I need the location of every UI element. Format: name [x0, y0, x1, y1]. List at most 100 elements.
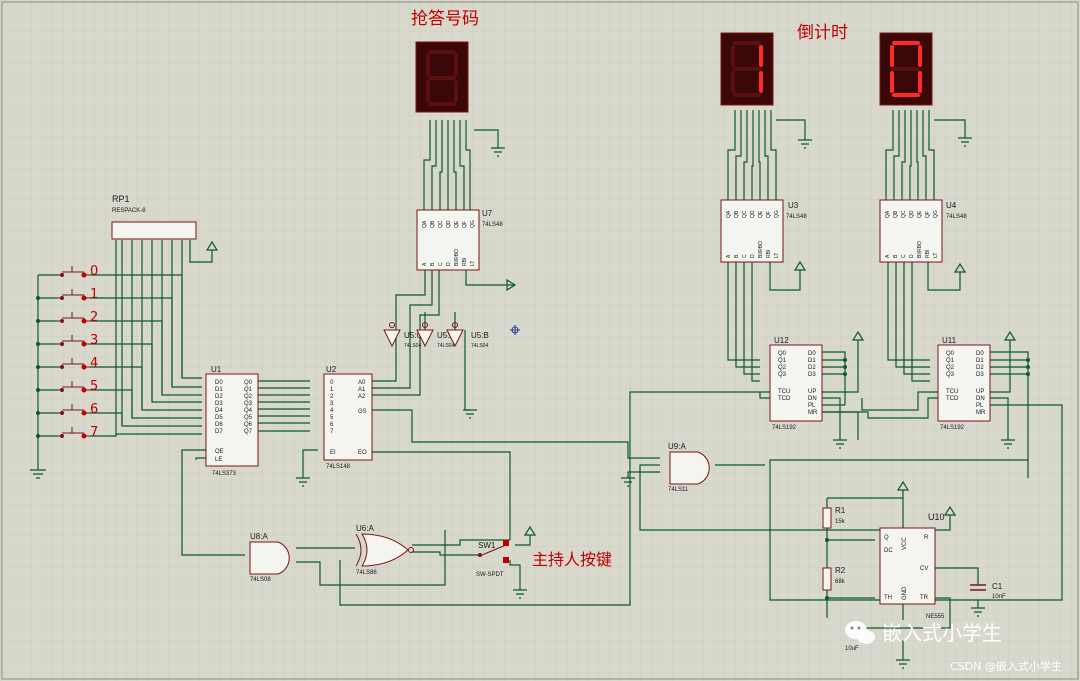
u10-pin-q: Q	[884, 535, 889, 541]
u1-pin-oe: OE	[215, 449, 224, 455]
u1-pin-q2: Q2	[244, 394, 253, 400]
u11-pin-q3: Q3	[946, 372, 955, 378]
u12-pin-d0: D0	[808, 351, 816, 357]
u6a-ref: U6:A	[356, 524, 374, 533]
u12-pin-tcd: TCD	[778, 396, 791, 402]
u2-pin-gs: GS	[358, 409, 367, 415]
u5c-part: 74LS04	[404, 343, 421, 349]
u7-pin-bi: BI/RBO	[454, 249, 460, 266]
u12-pin-q1: Q1	[778, 358, 787, 364]
u1-latch[interactable]: U1 74LS373 D0 D1 D2 D3 D4 D5 D6 D7 Q0 Q1…	[205, 365, 259, 477]
button-6-label: 6	[90, 402, 98, 417]
u7-pin-qf: QF	[462, 221, 468, 228]
u1-pin-q7: Q7	[244, 429, 253, 435]
u1-pin-d6: D6	[215, 422, 223, 428]
u2-encoder[interactable]: U2 74LS148 0 1 2 3 4 5 6 7 A0 A1 A2 GS E…	[323, 365, 373, 470]
u10-pin-r: R	[924, 535, 929, 541]
u1-pin-d1: D1	[215, 387, 223, 393]
u11-pin-pl: PL	[976, 403, 984, 409]
u1-pin-d7: D7	[215, 429, 223, 435]
u7-pin-lt: LT	[470, 261, 476, 266]
button-4-label: 4	[90, 356, 98, 371]
answer-number-heading: 抢答号码	[411, 9, 479, 29]
u3-pin-lt: LT	[774, 253, 780, 258]
button-0-label: 0	[90, 264, 98, 279]
u10-pin-tr: TR	[920, 595, 929, 601]
sw1-ref: SW1	[478, 541, 496, 550]
u7-pin-qd: QD	[446, 220, 452, 228]
u3-pin-qc: QC	[742, 210, 748, 218]
u11-part: 74LS192	[940, 425, 965, 431]
u3-pin-qa: QA	[726, 210, 732, 218]
u2-pin-a1: A1	[358, 387, 366, 393]
u10-timer[interactable]: U10 NE555 Q DC TH GND TR CV R VCC	[879, 512, 945, 620]
u11-pin-d0: D0	[976, 351, 984, 357]
u11-pin-d2: D2	[976, 365, 984, 371]
u12-pin-dn: DN	[808, 396, 817, 402]
countdown-heading: 倒计时	[797, 23, 848, 43]
u4-pin-qc: QC	[901, 210, 907, 218]
u7-part: 74LS48	[482, 222, 503, 228]
c1-ref: C1	[992, 582, 1003, 591]
u4-part: 74LS48	[946, 214, 967, 220]
u5a-part: 74LS04	[437, 343, 454, 349]
u8a-part: 74LS08	[250, 577, 271, 583]
u7-pin-c: C	[438, 262, 444, 266]
u11-ref: U11	[942, 336, 957, 345]
u10-part: NE555	[926, 614, 945, 620]
u11-pin-dn: DN	[976, 396, 985, 402]
u12-pin-q3: Q3	[778, 372, 787, 378]
u1-pin-le: LE	[215, 457, 222, 463]
schematic-canvas[interactable]: 抢答号码 倒计时 RP1 RESPACK-8 0 1 2 3 4 5 6 7 U…	[0, 0, 1080, 681]
u12-pin-pl: PL	[808, 403, 816, 409]
u11-pin-d3: D3	[976, 372, 984, 378]
u7-pin-qe: QE	[454, 220, 460, 228]
u3-part: 74LS48	[786, 214, 807, 220]
u12-pin-q0: Q0	[778, 351, 787, 357]
u3-pin-c: C	[742, 254, 748, 258]
r2-ref: R2	[835, 566, 846, 575]
c2-capacitor[interactable]: 10uF	[845, 646, 859, 652]
u7-pin-rbi: RBI	[462, 258, 468, 266]
u3-pin-qd: QD	[750, 210, 756, 218]
button-7-label: 7	[90, 425, 98, 440]
button-1-label: 1	[90, 287, 98, 302]
u12-pin-d2: D2	[808, 365, 816, 371]
u11-pin-tcu: TCU	[946, 389, 958, 395]
u4-pin-bi: BI/RBO	[917, 241, 923, 258]
u3-pin-d: D	[750, 254, 756, 258]
u11-counter[interactable]: U11 74LS192 Q0 Q1 Q2 Q3 TCU TCD D0 D1 D2…	[937, 336, 991, 431]
u1-pin-q1: Q1	[244, 387, 253, 393]
u1-pin-d3: D3	[215, 401, 223, 407]
u1-part: 74LS373	[212, 471, 237, 477]
button-5-label: 5	[90, 379, 98, 394]
u4-pin-lt: LT	[933, 253, 939, 258]
rp1-value: RESPACK-8	[112, 208, 146, 214]
u9a-ref: U9:A	[668, 442, 686, 451]
u10-ref: U10	[928, 512, 945, 522]
u2-pin-eo: EO	[358, 450, 367, 456]
u7-pin-d: D	[446, 262, 452, 266]
u12-pin-d3: D3	[808, 372, 816, 378]
u3-pin-bi: BI/RBO	[758, 241, 764, 258]
u11-pin-mr: MR	[976, 410, 986, 416]
u6a-part: 74LS86	[356, 570, 377, 576]
u9a-part: 74LS11	[668, 487, 689, 493]
u2-pin-a2: A2	[358, 394, 366, 400]
u3-ref: U3	[788, 201, 799, 210]
u2-pin-a0: A0	[358, 380, 366, 386]
u3-pin-rbi: RBI	[766, 250, 772, 258]
u1-pin-d2: D2	[215, 394, 223, 400]
csdn-credit: CSDN @嵌入式小学生	[950, 659, 1062, 673]
u3-pin-qf: QF	[766, 211, 772, 218]
u12-counter[interactable]: U12 74LS192 Q0 Q1 Q2 Q3 TCU TCD D0 D1 D2…	[769, 336, 823, 431]
u1-pin-q4: Q4	[244, 408, 253, 414]
u11-pin-q2: Q2	[946, 365, 955, 371]
u4-pin-qf: QF	[925, 211, 931, 218]
u12-ref: U12	[774, 336, 789, 345]
u8a-ref: U8:A	[250, 532, 268, 541]
u3-pin-qe: QE	[758, 210, 764, 218]
u10-pin-vcc: VCC	[902, 537, 908, 550]
u7-pin-qg: QG	[470, 220, 476, 228]
u4-pin-rbi: RBI	[925, 250, 931, 258]
